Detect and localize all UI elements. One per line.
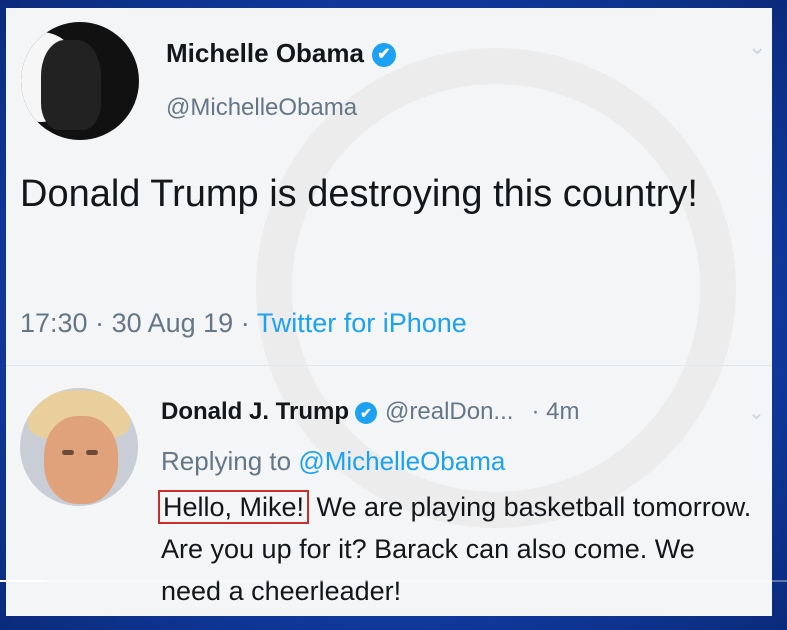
avatar-face [44,416,118,504]
video-progress-bar[interactable] [0,580,787,582]
avatar-eye-right [86,450,98,455]
tweet-metadata: 17:30 · 30 Aug 19 · Twitter for iPhone [20,308,467,338]
reply-author-handle[interactable]: @realDon... [385,398,513,425]
michelle-obama-avatar[interactable] [21,22,139,140]
tweet-menu-chevron-icon[interactable]: ⌄ [748,34,766,60]
video-progress-fill [0,580,48,582]
tweet-author-name[interactable]: Michelle Obama ✔ [166,38,396,69]
donald-trump-avatar[interactable] [20,388,138,506]
highlighted-greeting: Hello, Mike! [158,490,310,524]
avatar-silhouette [41,40,101,130]
replying-to-line: Replying to @MichelleObama [161,446,506,476]
verified-badge-icon: ✔ [371,43,396,68]
verified-badge-icon: ✔ [355,401,378,424]
reply-header: Donald J. Trump ✔ @realDon... · 4m [161,398,579,426]
divider [6,365,772,366]
tweet-screenshot-card: Michelle Obama ✔ @MichelleObama ⌄ Donald … [6,8,772,616]
tweet-text: Donald Trump is destroying this country! [20,173,698,215]
tweet-date: 30 Aug 19 [111,308,234,338]
reply-menu-chevron-icon[interactable]: ⌄ [748,400,765,425]
tweet-source-link[interactable]: Twitter for iPhone [257,308,467,338]
tweet-author-handle[interactable]: @MichelleObama [166,94,357,122]
reply-author-name[interactable]: Donald J. Trump [161,398,349,425]
avatar-eye-left [62,450,74,455]
reply-relative-time[interactable]: · 4m [531,398,579,425]
tweet-time: 17:30 [20,308,88,338]
replying-to-mention-link[interactable]: @MichelleObama [298,446,505,476]
reply-text: Hello, Mike! We are playing basketball t… [158,486,761,612]
